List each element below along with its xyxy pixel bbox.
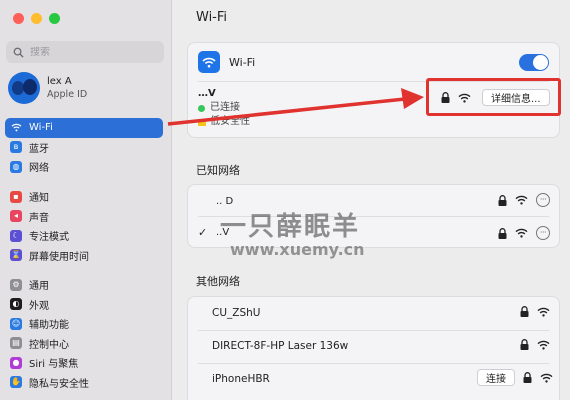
bell-icon: ▪ xyxy=(10,190,22,203)
search-icon xyxy=(13,47,24,58)
wifi-label: Wi-Fi xyxy=(229,55,256,69)
wifi-signal-icon xyxy=(537,340,550,350)
connection-status: 已连接 xyxy=(210,102,240,113)
sidebar-item-label: 隐私与安全性 xyxy=(29,378,89,390)
lock-icon xyxy=(498,227,507,239)
search-field[interactable] xyxy=(6,41,164,63)
sidebar-item-label: 网络 xyxy=(29,163,49,175)
sidebar-item-control-center[interactable]: ▤ 控制中心 xyxy=(5,334,163,354)
sidebar-item-label: 外观 xyxy=(29,300,49,312)
other-network-actions: 连接 xyxy=(477,369,553,386)
current-network-name: …V xyxy=(198,88,216,99)
sidebar-item-sound[interactable]: ◂ 声音 xyxy=(5,207,163,227)
sidebar-item-label: 声音 xyxy=(29,212,49,224)
wifi-icon xyxy=(10,122,22,134)
sidebar-item-label: Wi-Fi xyxy=(29,122,53,134)
sidebar: lex A Apple ID Wi-Fi ʙ 蓝牙 ◍ 网络 ▪ 通知 ◂ 声音 xyxy=(0,0,172,400)
known-networks-title: 已知网络 xyxy=(196,164,240,177)
gear-icon: ⚙ xyxy=(10,278,22,291)
accessibility-icon: ☺ xyxy=(10,317,22,330)
bluetooth-icon: ʙ xyxy=(10,141,22,154)
sidebar-item-appearance[interactable]: ◐ 外观 xyxy=(5,295,163,315)
window-controls xyxy=(13,13,60,24)
other-networks-title: 其他网络 xyxy=(196,275,240,288)
siri-icon: ● xyxy=(10,356,22,369)
zoom-window-button[interactable] xyxy=(49,13,60,24)
sidebar-item-bluetooth[interactable]: ʙ 蓝牙 xyxy=(5,138,163,158)
sidebar-item-label: 蓝牙 xyxy=(29,143,49,155)
lock-icon xyxy=(520,306,529,317)
wifi-signal-icon xyxy=(515,228,528,238)
network-name: iPhoneHBR xyxy=(212,373,270,385)
control-center-icon: ▤ xyxy=(10,337,22,350)
sidebar-item-label: 辅助功能 xyxy=(29,320,69,332)
more-options-button[interactable]: ··· xyxy=(536,193,550,207)
hand-icon: ✋ xyxy=(10,376,22,389)
lock-icon xyxy=(523,372,532,383)
account-name: lex A xyxy=(47,76,72,87)
globe-icon: ◍ xyxy=(10,160,22,173)
known-network-actions: ··· xyxy=(498,193,550,207)
appearance-icon: ◐ xyxy=(10,298,22,311)
sidebar-group-general: ⚙ 通用 ◐ 外观 ☺ 辅助功能 ▤ 控制中心 ● Siri 与聚焦 ✋ 隐私与… xyxy=(5,275,163,392)
network-name: .. D xyxy=(216,195,234,207)
network-name: DIRECT-8F-HP Laser 136w xyxy=(212,340,349,352)
sidebar-item-wifi[interactable]: Wi-Fi xyxy=(5,118,163,138)
sidebar-item-label: 通知 xyxy=(29,193,49,205)
sidebar-item-general[interactable]: ⚙ 通用 xyxy=(5,275,163,295)
other-network-actions xyxy=(520,306,550,317)
more-options-button[interactable]: ··· xyxy=(536,226,550,240)
security-status: 低安全性 xyxy=(210,116,250,127)
sidebar-item-accessibility[interactable]: ☺ 辅助功能 xyxy=(5,314,163,334)
sidebar-group-notifications: ▪ 通知 ◂ 声音 ☾ 专注模式 ⌛ 屏幕使用时间 xyxy=(5,187,163,265)
annotation-highlight-box xyxy=(426,78,561,116)
wifi-app-icon xyxy=(198,51,220,73)
apple-id-account[interactable]: lex A Apple ID xyxy=(8,72,87,104)
watermark-text: 一只薛眠羊 xyxy=(220,212,361,242)
sidebar-item-label: 通用 xyxy=(29,281,49,293)
watermark-url: www.xuemy.cn xyxy=(230,240,365,259)
lock-icon xyxy=(520,339,529,350)
connected-dot xyxy=(198,104,205,112)
page-title: Wi-Fi xyxy=(196,10,228,25)
lock-icon xyxy=(498,194,507,206)
minimize-window-button[interactable] xyxy=(31,13,42,24)
sidebar-item-label: Siri 与聚焦 xyxy=(29,359,79,371)
sidebar-item-label: 控制中心 xyxy=(29,339,69,351)
avatar xyxy=(8,72,40,104)
close-window-button[interactable] xyxy=(13,13,24,24)
sidebar-item-siri[interactable]: ● Siri 与聚焦 xyxy=(5,353,163,373)
speaker-icon: ◂ xyxy=(10,210,22,223)
warning-icon xyxy=(198,118,206,126)
sidebar-group-connectivity: Wi-Fi ʙ 蓝牙 ◍ 网络 xyxy=(5,118,163,177)
account-subtitle: Apple ID xyxy=(47,89,88,100)
wifi-signal-icon xyxy=(515,195,528,205)
checkmark-icon: ✓ xyxy=(198,225,208,239)
network-name: CU_ZShU xyxy=(212,307,261,319)
sidebar-item-focus[interactable]: ☾ 专注模式 xyxy=(5,226,163,246)
wifi-signal-icon xyxy=(540,373,553,383)
hourglass-icon: ⌛ xyxy=(10,249,22,262)
sidebar-item-notifications[interactable]: ▪ 通知 xyxy=(5,187,163,207)
sidebar-item-label: 专注模式 xyxy=(29,232,69,244)
known-network-actions: ··· xyxy=(498,226,550,240)
sidebar-item-label: 屏幕使用时间 xyxy=(29,251,89,263)
wifi-signal-icon xyxy=(537,307,550,317)
sidebar-item-network[interactable]: ◍ 网络 xyxy=(5,157,163,177)
wifi-toggle[interactable] xyxy=(519,53,549,71)
sidebar-item-privacy[interactable]: ✋ 隐私与安全性 xyxy=(5,373,163,393)
list-item[interactable]: CU_ZShU xyxy=(188,301,559,325)
connect-button[interactable]: 连接 xyxy=(477,369,515,386)
list-item[interactable]: DIRECT-8F-HP Laser 136w xyxy=(188,334,559,358)
moon-icon: ☾ xyxy=(10,229,22,242)
search-input[interactable] xyxy=(30,46,150,58)
other-network-actions xyxy=(520,339,550,350)
sidebar-item-screen-time[interactable]: ⌛ 屏幕使用时间 xyxy=(5,246,163,266)
